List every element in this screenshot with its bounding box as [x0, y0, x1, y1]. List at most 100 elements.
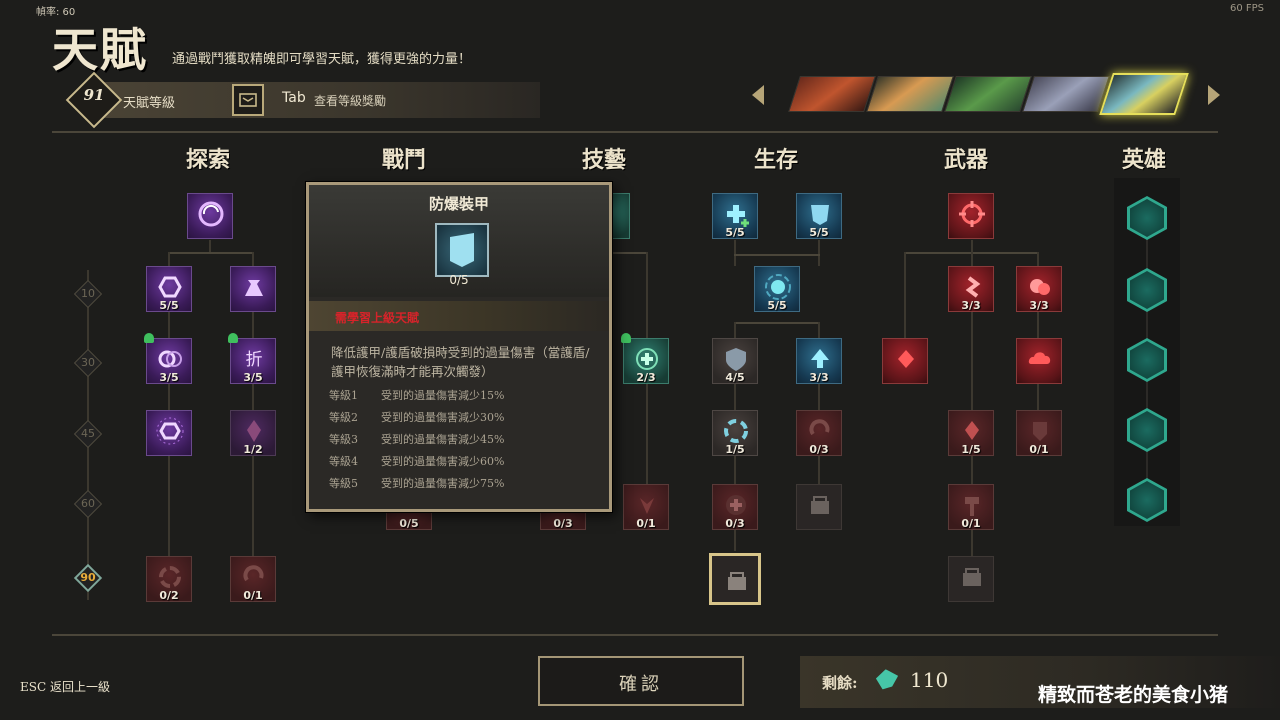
talent-weapon-shield[interactable]: 0/1 [1016, 410, 1062, 456]
talent-count: 5/5 [809, 226, 829, 239]
hero-portrait-2[interactable] [866, 76, 954, 112]
talent-count: 0/1 [1029, 443, 1049, 456]
scroll-icon [239, 93, 257, 107]
talent-survival-health[interactable]: 5/5 [712, 193, 758, 239]
talent-count: 3/3 [1029, 299, 1049, 312]
talent-survival-medkit[interactable]: 0/3 [712, 484, 758, 530]
category-explore: 探索 [186, 147, 231, 173]
crystal-icon [965, 421, 979, 440]
talent-craft-heal[interactable]: 2/3 [621, 333, 669, 384]
category-survival: 生存 [754, 147, 799, 173]
hero-portrait-4[interactable] [1022, 76, 1110, 112]
talent-count: 3/5 [243, 371, 263, 384]
connector [209, 240, 211, 252]
card-icon [898, 350, 914, 368]
talent-survival-shield[interactable]: 4/5 [712, 338, 758, 384]
talent-explore-return[interactable]: 0/1 [230, 556, 276, 602]
hammer-icon [965, 497, 979, 516]
talent-count: 5/5 [159, 299, 179, 312]
upgrade-available-icon [144, 333, 154, 343]
hero-portrait-3[interactable] [944, 76, 1032, 112]
remaining-points-value: 110 [910, 668, 949, 692]
talent-survival-boost[interactable]: 3/3 [796, 338, 842, 384]
talent-level-label: 天賦等級 [123, 96, 176, 111]
talent-weapon-crosshair[interactable] [948, 193, 994, 239]
category-weapon: 武器 [944, 147, 989, 173]
fps-counter: 60 FPS [1229, 3, 1264, 14]
page-title: 天賦 [52, 23, 148, 77]
discount-icon: 折 [246, 350, 263, 370]
talent-weapon-locked[interactable] [948, 556, 994, 602]
armor-icon [811, 205, 829, 225]
page-subtitle: 通過戰鬥獲取精魄即可學習天賦，獲得更強的力量！ [172, 52, 472, 67]
tooltip-level-row: 等級5 受到的過量傷害減少75% [329, 477, 505, 490]
talent-explore-coins-stack[interactable]: 3/5 [144, 333, 192, 384]
blast-icon [1030, 279, 1050, 295]
remaining-label: 剩餘: [822, 674, 858, 692]
confirm-label: 確認 [619, 674, 663, 695]
talent-survival-swirl[interactable]: 0/3 [796, 410, 842, 456]
upgrade-available-icon [621, 333, 631, 343]
next-hero-arrow-icon[interactable] [1208, 85, 1220, 105]
talent-explore-coin-burst[interactable] [146, 410, 192, 456]
talent-count: 0/3 [725, 517, 745, 530]
cloud-icon [1028, 352, 1051, 364]
arrow-up-icon [811, 349, 829, 368]
talent-survival-orb[interactable]: 5/5 [754, 266, 800, 312]
talent-survival-selected-locked[interactable] [709, 553, 761, 605]
talent-count: 1/5 [725, 443, 745, 456]
talent-explore-crystal[interactable]: 1/2 [230, 410, 276, 456]
talent-weapon-card[interactable] [882, 338, 928, 384]
connector [734, 240, 736, 266]
talent-weapon-hammer[interactable]: 0/1 [948, 484, 994, 530]
tooltip-description: 降低護甲/護盾破損時受到的過量傷害（當護盾/護甲恢復滿時才能再次觸發） [331, 345, 590, 379]
level-marker-10: 10 [73, 279, 103, 309]
talent-explore-recycle[interactable]: 0/2 [146, 556, 192, 602]
hero-portrait-1[interactable] [788, 76, 876, 112]
level-reward-button[interactable] [232, 84, 264, 116]
talent-survival-armor[interactable]: 5/5 [796, 193, 842, 239]
health-plus-icon [727, 205, 749, 227]
confirm-button[interactable]: 確認 [538, 656, 744, 706]
talent-count: 0/3 [809, 443, 829, 456]
talent-count: 2/3 [636, 371, 656, 384]
divider-top [52, 131, 1218, 133]
talent-explore-discount[interactable]: 折 3/5 [228, 333, 276, 384]
level-marker-60: 60 [73, 489, 103, 519]
recycle-icon [159, 566, 181, 588]
talent-weapon-bullet[interactable]: 3/3 [948, 266, 994, 312]
coins-icon [158, 350, 182, 368]
shield-icon [1033, 422, 1047, 441]
connector [168, 252, 254, 254]
hero-portrait-selected[interactable] [1099, 73, 1189, 115]
prev-hero-arrow-icon[interactable] [752, 85, 764, 105]
bag-icon [245, 280, 263, 296]
orb-icon [765, 274, 791, 300]
talent-count: 0/5 [399, 517, 419, 530]
tab-key-description[interactable]: 查看等級獎勵 [314, 92, 386, 109]
tooltip-level-row: 等級3 受到的過量傷害減少45% [329, 433, 505, 446]
category-craft: 技藝 [582, 147, 627, 173]
tooltip-title: 防爆裝甲 [428, 195, 489, 213]
talent-craft-wings[interactable]: 0/1 [623, 484, 669, 530]
coin-icon [158, 276, 182, 298]
talent-explore-bag[interactable] [230, 266, 276, 312]
connector [904, 252, 906, 340]
talent-survival-spin[interactable]: 1/5 [712, 410, 758, 456]
talent-explore-root[interactable] [187, 193, 233, 239]
watermark: 精致而苍老的美食小猪 [1038, 684, 1229, 706]
tab-key-hint: Tab [282, 90, 306, 106]
talent-weapon-cloud[interactable] [1016, 338, 1062, 384]
talent-weapon-blast[interactable]: 3/3 [1016, 266, 1062, 312]
category-hero: 英雄 [1122, 147, 1167, 173]
talent-survival-locked[interactable] [796, 484, 842, 530]
talent-explore-coin[interactable]: 5/5 [146, 266, 192, 312]
back-button[interactable]: ESC 返回上一級 [20, 678, 110, 695]
talent-count: 0/2 [159, 589, 179, 602]
tooltip-level-row: 等級2 受到的過量傷害減少30% [329, 411, 505, 424]
talent-weapon-crystal[interactable]: 1/5 [948, 410, 994, 456]
talent-count: 5/5 [725, 226, 745, 239]
connector [612, 252, 648, 254]
connector [818, 240, 820, 266]
talent-count: 0/1 [243, 589, 263, 602]
